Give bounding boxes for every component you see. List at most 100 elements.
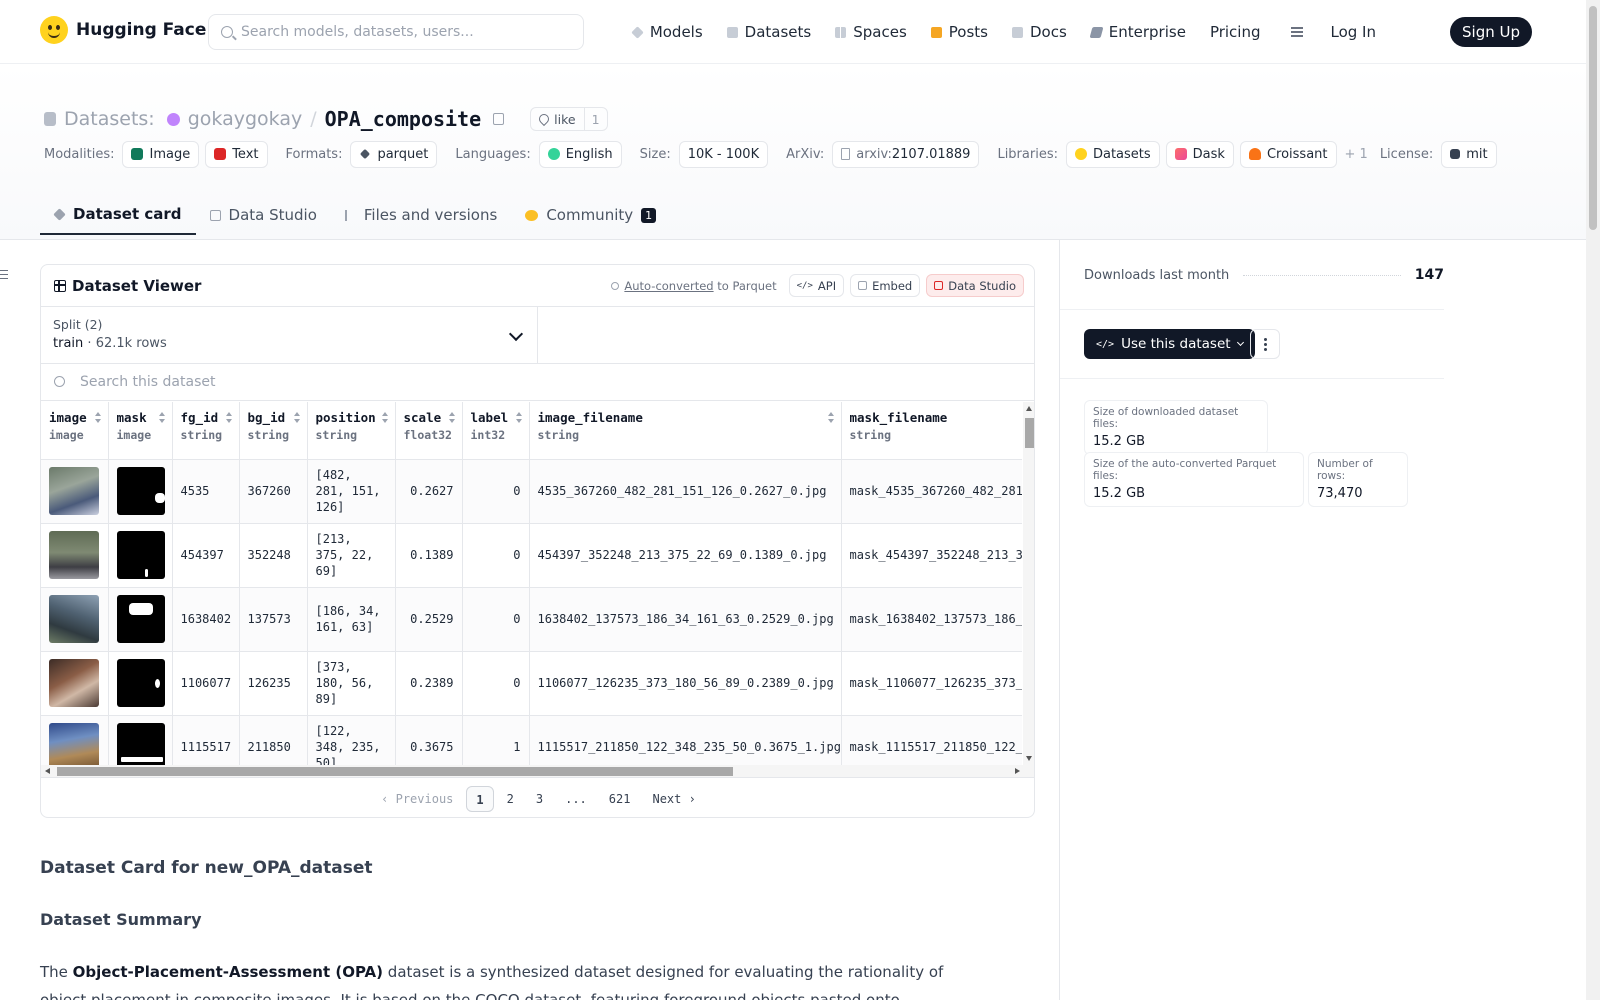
- table-row[interactable]: 1106077 126235 [373, 180, 56, 89] 0.2389…: [41, 651, 1022, 716]
- bg-id-cell[interactable]: 352248: [239, 523, 308, 588]
- image-filename-cell[interactable]: 1638402_137573_186_34_161_63_0.2529_0.jp…: [529, 587, 842, 652]
- composite-image-thumbnail[interactable]: [49, 595, 99, 643]
- position-cell[interactable]: [186, 34, 161, 63]: [307, 587, 396, 652]
- mask-filename-cell[interactable]: mask_1106077_126235_373_180_56_89_0.2389…: [841, 651, 1022, 716]
- tag-license-mit[interactable]: mit: [1441, 140, 1497, 168]
- column-header-image-filename[interactable]: image_filename string: [529, 402, 842, 460]
- mask-image-thumbnail[interactable]: [116, 467, 165, 515]
- image-cell[interactable]: [41, 523, 109, 588]
- column-header-bg-id[interactable]: bg_id string: [239, 402, 308, 460]
- page-1-button[interactable]: 1: [466, 786, 494, 812]
- column-header-fg-id[interactable]: fg_id string: [172, 402, 240, 460]
- mask-filename-cell[interactable]: mask_4535_367260_482_281_151_126_0.2627_…: [841, 459, 1022, 524]
- embed-button[interactable]: Embed: [850, 274, 921, 297]
- table-row[interactable]: 1638402 137573 [186, 34, 161, 63] 0.2529…: [41, 587, 1022, 652]
- nav-item-spaces[interactable]: Spaces: [835, 23, 907, 41]
- column-header-mask-filename[interactable]: mask_filename string: [841, 402, 1022, 460]
- fg-id-cell[interactable]: 454397: [172, 523, 240, 588]
- nav-item-docs[interactable]: Docs: [1011, 23, 1067, 41]
- nav-item-pricing[interactable]: Pricing: [1210, 23, 1261, 41]
- scale-cell[interactable]: 0.2627: [395, 459, 463, 524]
- composite-image-thumbnail[interactable]: [49, 531, 99, 579]
- label-cell[interactable]: 1: [462, 715, 530, 765]
- column-header-mask[interactable]: mask image: [108, 402, 173, 460]
- mask-image-thumbnail[interactable]: [116, 659, 165, 707]
- scroll-down-icon[interactable]: [1026, 756, 1032, 761]
- page-scrollbar-thumb[interactable]: [1589, 6, 1597, 230]
- scale-cell[interactable]: 0.2389: [395, 651, 463, 716]
- nav-item-posts[interactable]: Posts: [930, 23, 988, 41]
- toc-toggle-icon[interactable]: [0, 270, 10, 280]
- position-cell[interactable]: [482, 281, 151, 126]: [307, 459, 396, 524]
- tag-format-parquet[interactable]: parquet: [350, 140, 438, 168]
- bg-id-cell[interactable]: 137573: [239, 587, 308, 652]
- more-options-icon[interactable]: [1250, 329, 1280, 359]
- table-vertical-scrollbar[interactable]: [1023, 402, 1034, 765]
- next-page-button[interactable]: Next ›: [643, 786, 704, 812]
- global-search-input[interactable]: Search models, datasets, users...: [208, 14, 584, 50]
- sort-icon[interactable]: [293, 412, 301, 423]
- nav-item-datasets[interactable]: Datasets: [726, 23, 811, 41]
- mask-filename-cell[interactable]: mask_454397_352248_213_375_22_69_0.1389_…: [841, 523, 1022, 588]
- fg-id-cell[interactable]: 1106077: [172, 651, 240, 716]
- api-button[interactable]: </> API: [788, 274, 845, 297]
- mask-filename-cell[interactable]: mask_1638402_137573_186_34_161_63_0.2529…: [841, 587, 1022, 652]
- table-horizontal-scrollbar[interactable]: [41, 765, 1034, 778]
- image-cell[interactable]: [41, 459, 109, 524]
- table-row[interactable]: 454397 352248 [213, 375, 22, 69] 0.1389 …: [41, 523, 1022, 588]
- horizontal-scroll-thumb[interactable]: [57, 767, 733, 776]
- dataset-name-link[interactable]: OPA_composite: [325, 107, 482, 131]
- tag-size[interactable]: 10K - 100K: [678, 140, 769, 168]
- login-link[interactable]: Log In: [1331, 23, 1377, 41]
- tab-community[interactable]: Community 1: [511, 195, 670, 235]
- signup-button[interactable]: Sign Up: [1450, 17, 1532, 47]
- page-3-button[interactable]: 3: [527, 786, 552, 812]
- fg-id-cell[interactable]: 4535: [172, 459, 240, 524]
- copy-icon[interactable]: [493, 113, 505, 125]
- tab-files-and-versions[interactable]: Files and versions: [331, 195, 511, 235]
- table-row[interactable]: 4535 367260 [482, 281, 151, 126] 0.2627 …: [41, 459, 1022, 524]
- composite-image-thumbnail[interactable]: [49, 467, 99, 515]
- dataset-search-input[interactable]: Search this dataset: [41, 364, 1034, 401]
- position-cell[interactable]: [373, 180, 56, 89]: [307, 651, 396, 716]
- split-dropdown[interactable]: Split (2) train · 62.1k rows: [41, 307, 538, 363]
- mask-filename-cell[interactable]: mask_1115517_211850_122_348_235_50_0.367…: [841, 715, 1022, 765]
- column-header-scale[interactable]: scale float32: [395, 402, 463, 460]
- composite-image-thumbnail[interactable]: [49, 723, 99, 765]
- label-cell[interactable]: 0: [462, 587, 530, 652]
- mask-image-thumbnail[interactable]: [116, 595, 165, 643]
- brand-link[interactable]: Hugging Face: [40, 16, 206, 44]
- scroll-up-icon[interactable]: [1026, 406, 1032, 411]
- fg-id-cell[interactable]: 1115517: [172, 715, 240, 765]
- mask-cell[interactable]: [108, 715, 173, 765]
- mask-cell[interactable]: [108, 523, 173, 588]
- sort-icon[interactable]: [515, 412, 523, 423]
- position-cell[interactable]: [213, 375, 22, 69]: [307, 523, 396, 588]
- image-filename-cell[interactable]: 1106077_126235_373_180_56_89_0.2389_0.jp…: [529, 651, 842, 716]
- more-libraries-link[interactable]: + 1: [1345, 147, 1368, 162]
- scale-cell[interactable]: 0.2529: [395, 587, 463, 652]
- fg-id-cell[interactable]: 1638402: [172, 587, 240, 652]
- tag-library-datasets[interactable]: Datasets: [1065, 140, 1160, 168]
- position-cell[interactable]: [122, 348, 235, 50]: [307, 715, 396, 765]
- mask-cell[interactable]: [108, 651, 173, 716]
- scroll-right-icon[interactable]: [1015, 768, 1020, 774]
- column-header-label[interactable]: label int32: [462, 402, 530, 460]
- image-filename-cell[interactable]: 1115517_211850_122_348_235_50_0.3675_1.j…: [529, 715, 842, 765]
- sort-icon[interactable]: [225, 412, 233, 423]
- previous-page-button[interactable]: ‹ Previous: [372, 786, 462, 812]
- scroll-left-icon[interactable]: [45, 768, 50, 774]
- image-cell[interactable]: [41, 715, 109, 765]
- bg-id-cell[interactable]: 126235: [239, 651, 308, 716]
- use-this-dataset-button[interactable]: </> Use this dataset: [1084, 329, 1255, 359]
- sort-icon[interactable]: [158, 412, 166, 423]
- data-studio-button[interactable]: Data Studio: [926, 274, 1024, 297]
- sort-icon[interactable]: [827, 412, 835, 423]
- label-cell[interactable]: 0: [462, 651, 530, 716]
- image-cell[interactable]: [41, 651, 109, 716]
- page-scrollbar[interactable]: [1586, 0, 1600, 1000]
- like-button[interactable]: like 1: [530, 107, 608, 131]
- tab-dataset-card[interactable]: Dataset card: [40, 195, 196, 235]
- like-count[interactable]: 1: [585, 112, 607, 127]
- page-2-button[interactable]: 2: [498, 786, 523, 812]
